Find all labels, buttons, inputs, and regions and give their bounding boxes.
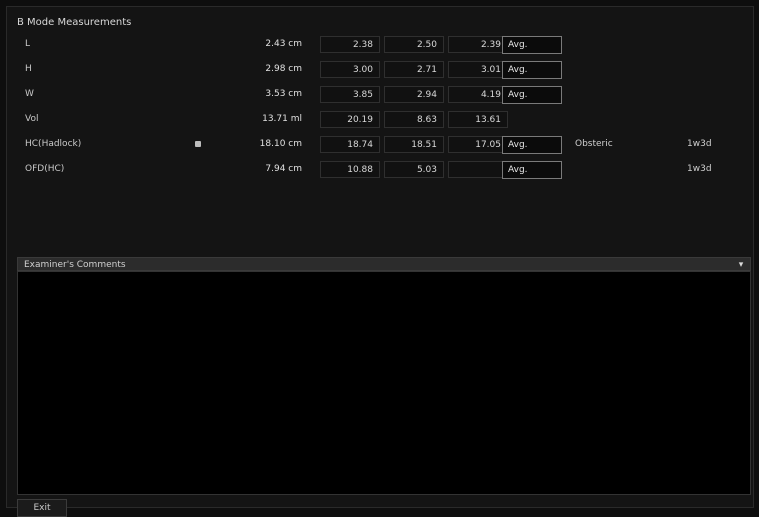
measurement-row-h: H 2.98 cm 3.00 2.71 3.01 Avg.	[7, 60, 753, 80]
ga-label: 1w3d	[687, 139, 712, 149]
measurement-cell-1[interactable]: 3.00	[320, 61, 380, 78]
row-label: HC(Hadlock)	[25, 139, 82, 149]
row-label: H	[25, 64, 32, 74]
avg-select[interactable]: Avg.	[502, 61, 562, 79]
row-value: 2.98 cm	[265, 64, 302, 74]
measurement-cell-2[interactable]: 2.71	[384, 61, 444, 78]
row-label: L	[25, 39, 31, 49]
row-label: W	[25, 89, 34, 99]
measurement-row-ofd: OFD(HC) 7.94 cm 10.88 5.03 Avg. 1w3d	[7, 160, 753, 180]
measurement-cell-3[interactable]: 17.05	[448, 136, 508, 153]
measurement-cell-3[interactable]: 13.61	[448, 111, 508, 128]
avg-select[interactable]: Avg.	[502, 161, 562, 179]
measurement-cell-1[interactable]: 10.88	[320, 161, 380, 178]
avg-select[interactable]: Avg.	[502, 136, 562, 154]
measurement-cell-1[interactable]: 3.85	[320, 86, 380, 103]
measurement-row-vol: Vol 13.71 ml 20.19 8.63 13.61	[7, 110, 753, 130]
measurement-cell-3[interactable]: 2.39	[448, 36, 508, 53]
measurement-cell-2[interactable]: 2.94	[384, 86, 444, 103]
row-value: 7.94 cm	[265, 164, 302, 174]
collapse-icon[interactable]: ▾	[736, 258, 746, 272]
measurement-cell-3[interactable]: 4.19	[448, 86, 508, 103]
row-value: 3.53 cm	[265, 89, 302, 99]
row-label: OFD(HC)	[25, 164, 65, 174]
panel-title: B Mode Measurements	[17, 17, 132, 28]
row-value: 2.43 cm	[265, 39, 302, 49]
exit-button[interactable]: Exit	[17, 499, 67, 517]
avg-select[interactable]: Avg.	[502, 36, 562, 54]
ga-label: 1w3d	[687, 164, 712, 174]
measurement-cell-2[interactable]: 18.51	[384, 136, 444, 153]
measurement-cell-1[interactable]: 2.38	[320, 36, 380, 53]
measurement-cell-3[interactable]: 3.01	[448, 61, 508, 78]
measurement-cell-3[interactable]	[448, 161, 508, 178]
selected-marker-icon	[195, 141, 201, 147]
row-value: 13.71 ml	[262, 114, 302, 124]
measurement-cell-1[interactable]: 18.74	[320, 136, 380, 153]
measurement-cell-2[interactable]: 2.50	[384, 36, 444, 53]
comments-header: Examiner's Comments ▾	[17, 257, 751, 271]
comments-textarea[interactable]	[17, 271, 751, 495]
measurement-row-l: L 2.43 cm 2.38 2.50 2.39 Avg.	[7, 35, 753, 55]
avg-select[interactable]: Avg.	[502, 86, 562, 104]
measurement-cell-2[interactable]: 8.63	[384, 111, 444, 128]
measurement-row-hc: HC(Hadlock) 18.10 cm 18.74 18.51 17.05 A…	[7, 135, 753, 155]
measurement-window: B Mode Measurements L 2.43 cm 2.38 2.50 …	[6, 6, 754, 517]
comments-title: Examiner's Comments	[24, 260, 126, 270]
measurement-row-w: W 3.53 cm 3.85 2.94 4.19 Avg.	[7, 85, 753, 105]
measurement-cell-2[interactable]: 5.03	[384, 161, 444, 178]
measurement-cell-1[interactable]: 20.19	[320, 111, 380, 128]
row-value: 18.10 cm	[259, 139, 302, 149]
row-label: Vol	[25, 114, 39, 124]
author-label: Obsteric	[575, 139, 613, 149]
